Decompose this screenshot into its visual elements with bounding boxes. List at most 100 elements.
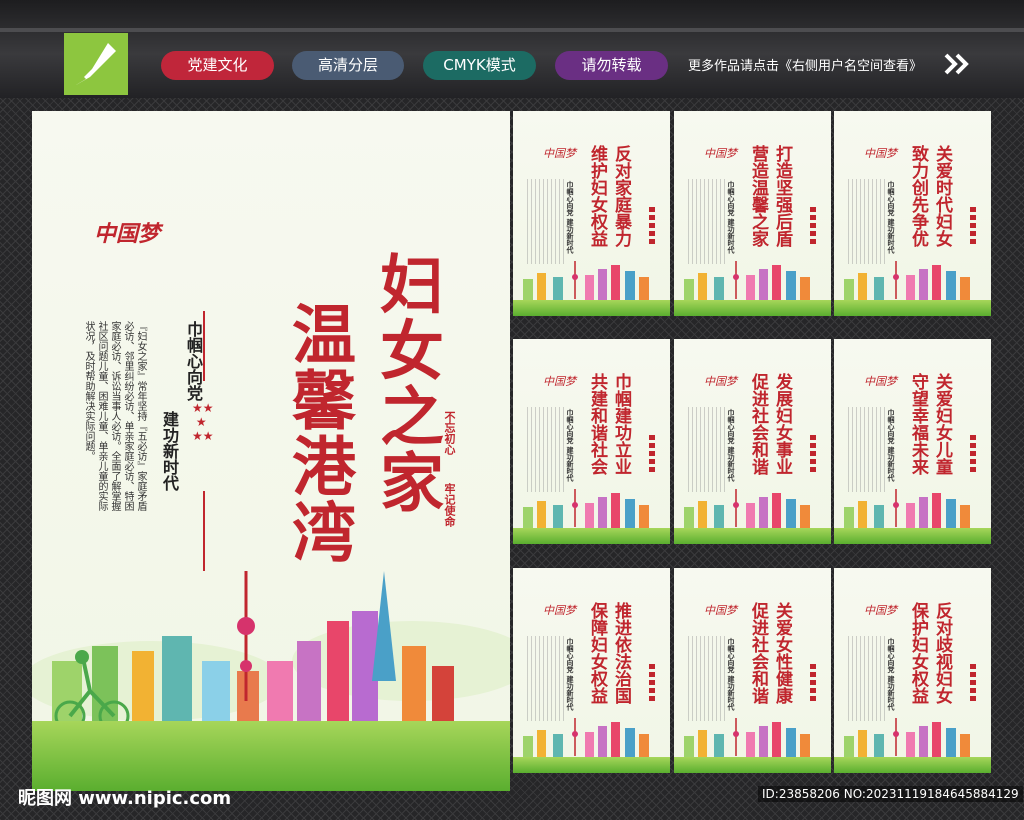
slogan-1: 不忘初心 bbox=[443, 411, 456, 455]
poster-title-1: 巾帼建功立业 bbox=[611, 373, 631, 475]
poster-body-text bbox=[527, 179, 565, 264]
poster-body-text bbox=[688, 636, 726, 721]
small-poster: 中国梦 巾帼心向党 建功新时代 反对家庭暴力 维护妇女权益 bbox=[513, 111, 670, 316]
main-title-1: 妇女之家 bbox=[369, 251, 444, 515]
poster-body-text bbox=[527, 636, 565, 721]
city-skyline-illustration bbox=[523, 261, 649, 301]
poster-slogan-mark bbox=[810, 207, 816, 247]
poster-subtitle: 巾帼心向党 建功新时代 bbox=[727, 638, 736, 711]
grass-field bbox=[513, 528, 670, 544]
poster-title-1: 发展妇女事业 bbox=[772, 373, 792, 475]
main-body-text: 『妇女之家』常年坚持『五必访』家庭矛盾必访、邻里纠纷必访、单亲家庭必访、特困家庭… bbox=[83, 321, 146, 511]
poster-slogan-mark bbox=[970, 435, 976, 475]
small-poster: 中国梦巾帼心向党 建功新时代 关爱妇女儿童 守望幸福未来 bbox=[834, 339, 991, 544]
footer-image-id: ID:23858206 NO:20231119184645884129 bbox=[758, 786, 1023, 802]
china-dream-logo: 中国梦 bbox=[704, 147, 737, 160]
poster-title-2: 促进社会和谐 bbox=[748, 602, 768, 704]
poster-slogan-mark bbox=[810, 435, 816, 475]
poster-subtitle: 巾帼心向党 建功新时代 bbox=[566, 181, 575, 254]
tag-no-repost[interactable]: 请勿转载 bbox=[555, 51, 668, 80]
poster-title-1: 关爱女性健康 bbox=[772, 602, 792, 704]
small-poster: 中国梦 巾帼心向党 建功新时代 推进依法治国 保障妇女权益 bbox=[513, 568, 670, 773]
poster-title-1: 反对歧视妇女 bbox=[932, 602, 952, 704]
poster-subtitle: 巾帼心向党 建功新时代 bbox=[566, 409, 575, 482]
poster-body-text bbox=[688, 407, 726, 492]
poster-body-text bbox=[848, 636, 886, 721]
poster-title-1: 推进依法治国 bbox=[611, 602, 631, 704]
main-subtitle-1: 巾帼心向党 bbox=[184, 321, 203, 401]
poster-title-2: 守望幸福未来 bbox=[908, 373, 928, 475]
grass-field bbox=[513, 757, 670, 773]
poster-slogan-mark bbox=[649, 435, 655, 475]
poster-title-1: 打造坚强后盾 bbox=[772, 145, 792, 247]
poster-subtitle: 巾帼心向党 建功新时代 bbox=[727, 409, 736, 482]
poster-slogan-mark bbox=[810, 664, 816, 704]
poster-subtitle: 巾帼心向党 建功新时代 bbox=[887, 181, 896, 254]
city-skyline-illustration bbox=[844, 261, 970, 301]
star-decor: ★★ ★ ★★ bbox=[192, 401, 214, 443]
pen-nib-icon bbox=[76, 43, 116, 85]
small-poster: 中国梦巾帼心向党 建功新时代 发展妇女事业 促进社会和谐 bbox=[674, 339, 831, 544]
poster-body-text bbox=[688, 179, 726, 264]
tag-party-culture[interactable]: 党建文化 bbox=[161, 51, 274, 80]
city-skyline-illustration bbox=[523, 489, 649, 529]
more-works-notice[interactable]: 更多作品请点击《右侧用户名空间查看》 bbox=[688, 55, 922, 74]
city-skyline-illustration bbox=[523, 718, 649, 758]
grass-field bbox=[674, 300, 831, 316]
poster-title-2: 共建和谐社会 bbox=[587, 373, 607, 475]
poster-slogan-mark bbox=[649, 207, 655, 247]
grass-field bbox=[674, 757, 831, 773]
city-skyline-illustration bbox=[684, 261, 810, 301]
small-poster: 中国梦巾帼心向党 建功新时代 打造坚强后盾 营造温馨之家 bbox=[674, 111, 831, 316]
poster-slogan-mark bbox=[649, 664, 655, 704]
poster-body-text bbox=[848, 179, 886, 264]
poster-body-text bbox=[527, 407, 565, 492]
grass-field bbox=[32, 721, 510, 791]
poster-title-1: 关爱时代妇女 bbox=[932, 145, 952, 247]
grass-field bbox=[834, 528, 991, 544]
poster-title-2: 致力创先争优 bbox=[908, 145, 928, 247]
footer-site-logo: 昵图网 www.nipic.com bbox=[18, 788, 232, 809]
poster-subtitle: 巾帼心向党 建功新时代 bbox=[566, 638, 575, 711]
poster-title-2: 保护妇女权益 bbox=[908, 602, 928, 704]
china-dream-logo: 中国梦 bbox=[543, 375, 576, 388]
city-skyline-illustration bbox=[684, 489, 810, 529]
china-dream-logo: 中国梦 bbox=[704, 604, 737, 617]
main-title-2: 温馨港湾 bbox=[281, 301, 356, 565]
small-poster: 中国梦巾帼心向党 建功新时代 反对歧视妇女 保护妇女权益 bbox=[834, 568, 991, 773]
china-dream-logo: 中国梦 bbox=[864, 375, 897, 388]
city-skyline-illustration bbox=[32, 571, 510, 731]
small-poster: 中国梦巾帼心向党 建功新时代 巾帼建功立业 共建和谐社会 bbox=[513, 339, 670, 544]
city-skyline-illustration bbox=[684, 718, 810, 758]
small-poster: 中国梦 巾帼心向党 建功新时代 关爱时代妇女 致力创先争优 bbox=[834, 111, 991, 316]
main-subtitle-2: 建功新时代 bbox=[160, 411, 179, 491]
grass-field bbox=[674, 528, 831, 544]
china-dream-logo: 中国梦 bbox=[94, 221, 161, 247]
double-chevron-right-icon[interactable] bbox=[944, 53, 970, 75]
small-poster: 中国梦巾帼心向党 建功新时代 关爱女性健康 促进社会和谐 bbox=[674, 568, 831, 773]
grass-field bbox=[834, 300, 991, 316]
grass-field bbox=[834, 757, 991, 773]
poster-subtitle: 巾帼心向党 建功新时代 bbox=[727, 181, 736, 254]
poster-title-2: 促进社会和谐 bbox=[748, 373, 768, 475]
site-logo bbox=[64, 33, 128, 95]
poster-slogan-mark bbox=[970, 664, 976, 704]
china-dream-logo: 中国梦 bbox=[543, 147, 576, 160]
china-dream-logo: 中国梦 bbox=[864, 604, 897, 617]
city-skyline-illustration bbox=[844, 489, 970, 529]
divider-top bbox=[203, 311, 205, 381]
tag-cmyk-mode[interactable]: CMYK模式 bbox=[423, 51, 536, 80]
china-dream-logo: 中国梦 bbox=[704, 375, 737, 388]
poster-slogan-mark bbox=[970, 207, 976, 247]
poster-title-2: 营造温馨之家 bbox=[748, 145, 768, 247]
grass-field bbox=[513, 300, 670, 316]
poster-subtitle: 巾帼心向党 建功新时代 bbox=[887, 638, 896, 711]
poster-title-1: 关爱妇女儿童 bbox=[932, 373, 952, 475]
poster-subtitle: 巾帼心向党 建功新时代 bbox=[887, 409, 896, 482]
main-poster: 中国梦 『妇女之家』常年坚持『五必访』家庭矛盾必访、邻里纠纷必访、单亲家庭必访、… bbox=[32, 111, 510, 791]
poster-body-text bbox=[848, 407, 886, 492]
city-skyline-illustration bbox=[844, 718, 970, 758]
poster-title-2: 维护妇女权益 bbox=[587, 145, 607, 247]
tag-hd-layers[interactable]: 高清分层 bbox=[292, 51, 404, 80]
china-dream-logo: 中国梦 bbox=[543, 604, 576, 617]
